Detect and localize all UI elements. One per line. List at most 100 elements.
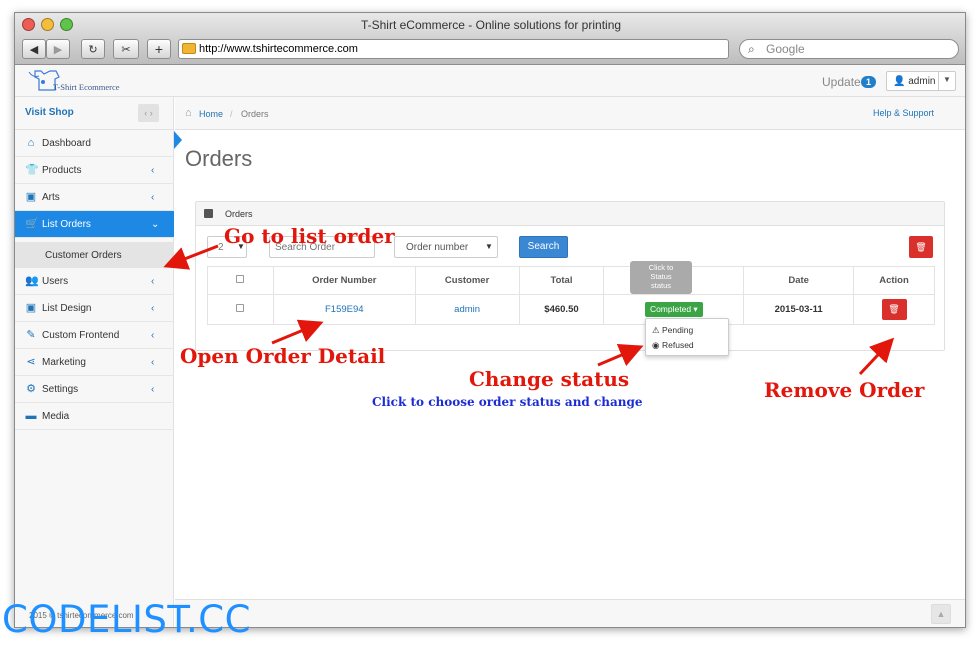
browser-search-placeholder: Google xyxy=(766,42,805,56)
sidebar-toggle-button[interactable]: ‹ › xyxy=(138,104,159,122)
sidebar-item-users[interactable]: 👥 Users ‹ xyxy=(15,268,174,295)
tooltip-line: Status xyxy=(650,272,672,281)
filter-select[interactable]: Order number ▼ xyxy=(394,236,498,258)
delete-selected-button[interactable]: 🗑 xyxy=(909,236,933,258)
sidebar-item-media[interactable]: ▬ Media xyxy=(15,403,174,430)
radio-icon: ◉ xyxy=(652,340,660,350)
folder-icon: ▬ xyxy=(25,410,37,422)
chevron-left-icon: ‹ xyxy=(151,165,155,176)
date-cell: 2015-03-11 xyxy=(743,294,855,325)
sidebar-item-dashboard[interactable]: ⌂ Dashboard xyxy=(15,130,174,157)
table-header-row: Order Number Customer Total Date Action xyxy=(207,266,935,295)
select-all-cell xyxy=(207,266,274,295)
table-row: F159E94 admin $460.50 Completed ▾ 2015-0… xyxy=(207,294,935,325)
forward-button[interactable]: ▶ xyxy=(46,39,70,59)
tshirt-icon: 👕 xyxy=(25,164,39,176)
magnifier-icon: ⌕ xyxy=(748,42,755,56)
breadcrumb-current: Orders xyxy=(241,109,269,119)
sidebar-item-custom-frontend[interactable]: ✎ Custom Frontend ‹ xyxy=(15,322,174,349)
page-title: Orders xyxy=(185,146,253,171)
breadcrumb: ⌂ Home / Orders Help & Support xyxy=(175,97,965,130)
breadcrumb-separator: / xyxy=(230,109,233,119)
order-number-link[interactable]: F159E94 xyxy=(325,304,364,315)
footer xyxy=(175,599,965,627)
help-support-link[interactable]: Help & Support xyxy=(873,108,934,118)
status-option-label: Pending xyxy=(662,325,694,335)
picture-icon: ▣ xyxy=(25,302,37,314)
logo-text: T-Shirt Ecommerce xyxy=(53,82,120,92)
folder-icon xyxy=(182,43,196,54)
status-dropdown-button[interactable]: Completed ▾ xyxy=(644,302,703,317)
sidebar-item-label: Products xyxy=(42,165,82,176)
sidebar-item-label: List Orders xyxy=(42,219,91,230)
search-button[interactable]: Search xyxy=(519,236,568,258)
remove-order-button[interactable]: 🗑 xyxy=(881,299,907,320)
page-size-value: 2 xyxy=(218,242,224,253)
sidebar-item-marketing[interactable]: ⋖ Marketing ‹ xyxy=(15,349,174,376)
browser-window: T-Shirt eCommerce - Online solutions for… xyxy=(14,12,966,628)
url-text: http://www.tshirtecommerce.com xyxy=(199,43,358,55)
row-select-cell xyxy=(207,294,274,325)
browser-search-input[interactable]: ⌕ Google xyxy=(739,39,959,59)
scroll-top-button[interactable]: ▲ xyxy=(931,604,951,624)
plus-icon: + xyxy=(154,41,164,57)
status-tooltip: Click to Status status xyxy=(630,261,692,294)
sidebar-item-list-orders[interactable]: 🛒 List Orders ⌄ xyxy=(15,211,174,238)
sidebar-item-label: List Design xyxy=(42,303,92,314)
share-icon: ⋖ xyxy=(26,356,36,368)
select-all-checkbox[interactable] xyxy=(236,275,245,283)
tooltip-line: status xyxy=(650,281,671,290)
user-menu-button[interactable]: 👤 admin ▼ xyxy=(886,71,956,91)
screenshot-button[interactable]: ✂ xyxy=(113,39,139,59)
sidebar-subitem-customer-orders[interactable]: Customer Orders xyxy=(15,242,174,268)
column-header[interactable]: Order Number xyxy=(272,266,416,295)
sidebar-item-arts[interactable]: ▣ Arts ‹ xyxy=(15,184,174,211)
status-option-refused[interactable]: ◉ Refused xyxy=(652,340,694,351)
caret-down-icon: ▼ xyxy=(943,75,951,84)
sidebar-item-label: Settings xyxy=(42,384,79,395)
filter-select-value: Order number xyxy=(406,242,469,253)
trash-icon: 🗑 xyxy=(888,304,900,314)
reload-icon: ↻ xyxy=(88,43,98,56)
expand-icon[interactable] xyxy=(204,209,213,218)
chevron-left-icon: ‹ xyxy=(151,357,155,368)
reload-button[interactable]: ↻ xyxy=(81,39,105,59)
back-arrow-icon: ◀ xyxy=(29,43,39,56)
forward-arrow-icon: ▶ xyxy=(53,43,63,56)
sidebar-item-label: Users xyxy=(42,276,69,287)
new-tab-button[interactable]: + xyxy=(147,39,171,59)
sidebar-item-settings[interactable]: ⚙ Settings ‹ xyxy=(15,376,174,403)
action-cell: 🗑 xyxy=(853,294,935,325)
total-cell: $460.50 xyxy=(518,294,605,325)
status-option-pending[interactable]: ⚠ Pending xyxy=(652,325,693,336)
row-checkbox[interactable] xyxy=(236,304,245,312)
annotation-change-status: Change status xyxy=(469,367,630,391)
pencil-icon: ✎ xyxy=(26,329,36,341)
breadcrumb-home[interactable]: Home xyxy=(199,109,223,119)
back-button[interactable]: ◀ xyxy=(22,39,46,59)
customer-link[interactable]: admin xyxy=(454,304,480,315)
annotation-go-to-list: Go to list order xyxy=(224,224,395,248)
caret-down-icon: ▼ xyxy=(485,242,493,251)
sidebar: Visit Shop ‹ › ⌂ Dashboard 👕 Products ‹ … xyxy=(15,97,174,627)
status-dropdown-menu: ⚠ Pending ◉ Refused xyxy=(645,318,729,356)
chevron-left-icon: ‹ xyxy=(151,384,155,395)
column-header[interactable]: Total xyxy=(518,266,605,295)
picture-icon: ▣ xyxy=(25,191,37,203)
chevron-up-icon: ▲ xyxy=(936,609,946,619)
sidebar-item-products[interactable]: 👕 Products ‹ xyxy=(15,157,174,184)
home-icon: ⌂ xyxy=(27,137,35,149)
sidebar-item-list-design[interactable]: ▣ List Design ‹ xyxy=(15,295,174,322)
annotation-change-status-sub: Click to choose order status and change xyxy=(372,395,643,409)
app-header: T-Shirt Ecommerce Update 1 👤 admin ▼ xyxy=(15,65,965,97)
visit-shop-link[interactable]: Visit Shop xyxy=(25,107,74,118)
annotation-open-detail: Open Order Detail xyxy=(180,344,386,368)
address-bar[interactable]: http://www.tshirtecommerce.com xyxy=(178,39,729,59)
column-header: Action xyxy=(853,266,935,295)
home-icon: ⌂ xyxy=(185,107,192,119)
sidebar-item-label: Arts xyxy=(42,192,60,203)
column-header[interactable]: Date xyxy=(743,266,855,295)
scissors-icon: ✂ xyxy=(121,43,131,56)
update-label[interactable]: Update xyxy=(822,75,861,89)
column-header[interactable]: Customer xyxy=(414,266,520,295)
